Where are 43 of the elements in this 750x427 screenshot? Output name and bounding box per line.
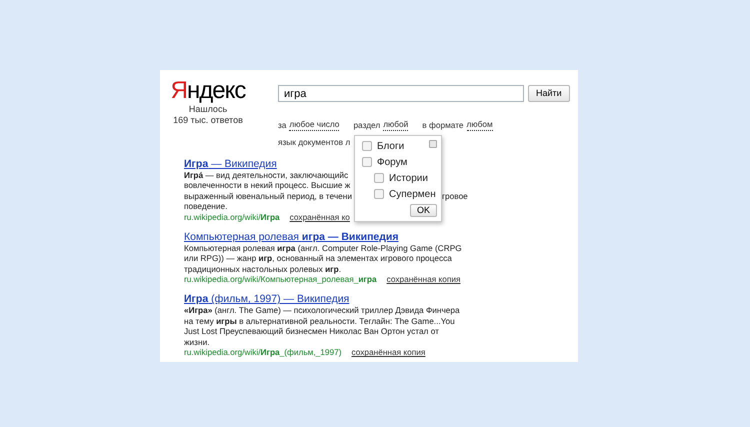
filter-label: в формате	[422, 119, 464, 132]
option-label: Супермен	[389, 188, 436, 202]
result-snippet: «Игра» (англ. The Game) — психологический триллер Дэвида Финчера	[184, 305, 460, 316]
option-label: Блоги	[377, 140, 404, 154]
results-count: 169 тыс. ответов	[173, 115, 243, 126]
result-snippet: жизни.	[184, 336, 210, 348]
result-snippet: гровое	[442, 190, 468, 202]
filter-link[interactable]: любое число	[289, 119, 340, 132]
result-snippet: поведение.	[184, 201, 228, 212]
cached-copy-link[interactable]: сохранённая копия	[352, 347, 426, 358]
result-snippet: традиционных настольных ролевых игр.	[184, 264, 341, 274]
result-snippet: на тему игры в альтернативной реальности. Теглайн: The Game...You	[184, 316, 455, 326]
result-title[interactable]: Игра (фильм, 1997) — Википедия	[184, 293, 350, 306]
cached-copy-link[interactable]: сохранённая ко	[290, 212, 350, 223]
filter-link[interactable]: любом	[466, 119, 493, 132]
option-label: Истории	[389, 172, 428, 186]
checkbox[interactable]	[374, 173, 384, 183]
result-snippet: вовлеченности в некий процесс. Высшие ж	[184, 180, 350, 191]
checkbox[interactable]	[362, 141, 372, 151]
filter-label: раздел	[353, 119, 380, 132]
result-url: ru.wikipedia.org/wiki/Компьютерная_ролевая_игра	[184, 274, 377, 286]
ok-button[interactable]: OK	[410, 204, 437, 217]
result-snippet: Игра́ — вид деятельности, заключающийс	[184, 170, 348, 180]
option-label: Форум	[377, 156, 408, 170]
result-url: ru.wikipedia.org/wiki/Игра_(фильм,_1997)	[184, 347, 342, 358]
checkbox[interactable]	[374, 189, 384, 199]
result-snippet: или RPG)) — жанр игр, основанный на элементах игрового процесса	[184, 253, 452, 264]
result-title[interactable]: Компьютерная ролевая игра — Википедия	[184, 230, 398, 243]
cached-copy-link[interactable]: сохранённая копия	[386, 274, 460, 286]
results-count: Нашлось	[188, 104, 228, 115]
checkbox[interactable]	[362, 157, 372, 167]
result-snippet: выраженный ювенальный период, в течени	[184, 190, 352, 202]
search-button[interactable]: Найти	[528, 85, 570, 102]
search-field[interactable]: игра	[278, 85, 524, 102]
result-url: ru.wikipedia.org/wiki/Игра	[184, 212, 280, 223]
filter-label: язык документов л	[278, 136, 350, 149]
filter-link[interactable]: любой	[383, 119, 408, 132]
result-snippet: Компьютерная ролевая игра (англ. Computer Role-Playing Game (CRPG	[184, 242, 462, 254]
filter-label: за	[278, 119, 286, 132]
result-snippet: Just Lost Преуспевающий бизнесмен Николас Ван Ортон устал от	[184, 326, 439, 337]
logo: Яндекс	[170, 78, 246, 104]
close-icon[interactable]	[429, 140, 437, 148]
result-title[interactable]: Игра — Википедия	[184, 158, 277, 170]
